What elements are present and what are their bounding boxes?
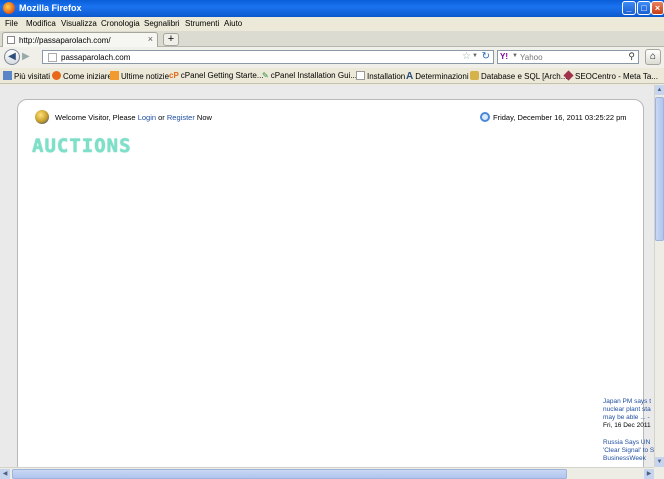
news-date: Fri, 16 Dec 2011	[603, 422, 651, 429]
auctions-logo[interactable]: AUCTIONS	[32, 135, 132, 157]
engine-dropdown-icon[interactable]: ▼	[512, 53, 518, 59]
bookmark-cpanel-getting-started[interactable]: cP cPanel Getting Starte...	[169, 71, 264, 80]
back-button[interactable]: ◀	[4, 49, 20, 65]
window-title: Mozilla Firefox	[19, 3, 82, 13]
menu-aiuto[interactable]: Aiuto	[224, 19, 242, 28]
tab-active[interactable]: http://passaparolach.com/ ×	[2, 32, 158, 47]
tab-strip: http://passaparolach.com/ × +	[0, 31, 664, 47]
site-logo-icon	[35, 110, 49, 124]
menu-segnalibri[interactable]: Segnalibri	[144, 19, 180, 28]
vertical-scroll-thumb[interactable]	[655, 97, 664, 241]
database-icon	[470, 71, 479, 80]
title-bar: Mozilla Firefox _ □ ×	[0, 0, 664, 17]
bookmark-ultime-notizie[interactable]: Ultime notizie	[110, 71, 169, 81]
page-icon	[7, 36, 15, 44]
current-datetime: Friday, December 16, 2011 03:25:22 pm	[493, 113, 627, 122]
search-bar[interactable]: Y! ▼ ⚲	[497, 50, 639, 64]
tab-close-icon[interactable]: ×	[148, 34, 153, 44]
horizontal-scrollbar[interactable]: ◀ ▶	[0, 467, 654, 479]
close-button[interactable]: ×	[651, 1, 664, 15]
scrollbar-corner	[654, 467, 664, 479]
welcome-message: Welcome Visitor, Please Login or Registe…	[55, 113, 212, 122]
yahoo-icon[interactable]: Y!	[500, 52, 508, 61]
url-bar[interactable]: ☆ ▼ ↻	[42, 50, 494, 64]
checklist-icon: ✎	[262, 71, 269, 80]
menu-cronologia[interactable]: Cronologia	[101, 19, 140, 28]
maximize-button[interactable]: □	[637, 1, 651, 15]
vertical-scrollbar[interactable]: ▲ ▼	[654, 85, 664, 467]
rss-icon	[110, 71, 119, 80]
bookmark-seocentro[interactable]: SEOCentro - Meta Ta...	[563, 70, 658, 81]
menu-bar: File Modifica Visualizza Cronologia Segn…	[0, 17, 664, 31]
menu-file[interactable]: File	[5, 19, 18, 28]
new-tab-button[interactable]: +	[163, 33, 179, 46]
news-item[interactable]: Russia Says UN 'Clear Signal' to S Busin…	[603, 439, 654, 463]
search-icon[interactable]: ⚲	[628, 51, 635, 62]
seocentro-icon	[563, 70, 574, 81]
folder-icon	[3, 71, 12, 80]
scroll-up-icon[interactable]: ▲	[655, 85, 664, 95]
bookmarks-bar: Più visitati Come iniziare Ultime notizi…	[0, 68, 664, 84]
bookmark-come-iniziare[interactable]: Come iniziare	[52, 71, 112, 81]
search-input[interactable]	[520, 52, 620, 63]
bookmark-database-sql[interactable]: Database e SQL [Arch...	[470, 71, 567, 81]
scroll-left-icon[interactable]: ◀	[0, 469, 10, 479]
horizontal-scroll-thumb[interactable]	[12, 469, 567, 479]
bookmark-cpanel-installation[interactable]: ✎ cPanel Installation Gui...	[262, 71, 357, 80]
main-panel: Welcome Visitor, Please Login or Registe…	[17, 99, 644, 467]
login-link[interactable]: Login	[138, 113, 156, 122]
url-input[interactable]	[61, 52, 441, 63]
navigation-bar: ◀ ▶ ☆ ▼ ↻ Y! ▼ ⚲ ⌂	[0, 47, 664, 68]
home-button[interactable]: ⌂	[645, 49, 661, 65]
bookmark-star-icon[interactable]: ☆	[462, 51, 471, 62]
bookmark-determinazioni[interactable]: A Determinazioni	[406, 71, 469, 82]
bookmark-piu-visitati[interactable]: Più visitati	[3, 71, 50, 81]
firefox-icon	[3, 2, 15, 14]
firefox-icon	[52, 71, 61, 80]
menu-visualizza[interactable]: Visualizza	[61, 19, 97, 28]
scroll-right-icon[interactable]: ▶	[644, 469, 654, 479]
scroll-down-icon[interactable]: ▼	[655, 457, 664, 467]
page-icon	[356, 71, 365, 80]
history-dropdown-icon[interactable]: ▼	[472, 53, 478, 59]
register-link[interactable]: Register	[167, 113, 195, 122]
news-item[interactable]: Japan PM says t nuclear plant sta may be…	[603, 398, 654, 430]
tab-label: http://passaparolach.com/	[19, 36, 111, 45]
news-ticker: Japan PM says t nuclear plant sta may be…	[603, 398, 654, 463]
bookmark-installation[interactable]: Installation	[356, 71, 405, 81]
a-letter-icon: A	[406, 71, 414, 82]
page-content: Welcome Visitor, Please Login or Registe…	[0, 85, 654, 467]
clock-icon	[480, 112, 490, 122]
minimize-button[interactable]: _	[622, 1, 636, 15]
cpanel-icon: cP	[169, 71, 179, 80]
menu-modifica[interactable]: Modifica	[26, 19, 56, 28]
reload-icon[interactable]: ↻	[482, 51, 490, 62]
forward-button[interactable]: ▶	[22, 51, 30, 62]
menu-strumenti[interactable]: Strumenti	[185, 19, 219, 28]
site-identity-icon[interactable]	[48, 53, 57, 62]
